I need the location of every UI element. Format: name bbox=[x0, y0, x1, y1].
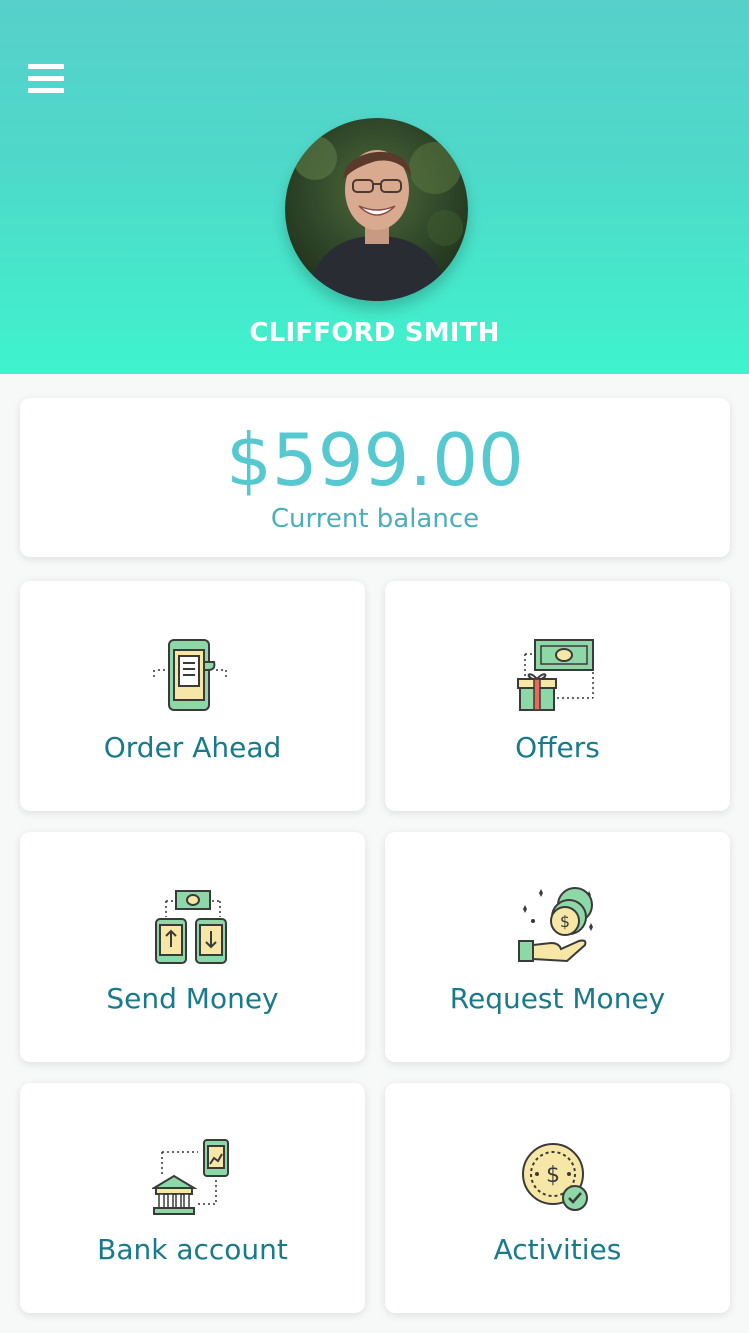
hand-coins-icon: $ bbox=[517, 887, 597, 967]
tile-label: Order Ahead bbox=[103, 731, 282, 764]
avatar bbox=[285, 118, 468, 301]
cash-gift-icon bbox=[517, 636, 597, 716]
svg-text:$: $ bbox=[560, 912, 570, 931]
tile-label: Bank account bbox=[97, 1233, 288, 1266]
svg-text:$: $ bbox=[546, 1163, 560, 1188]
bank-phone-icon bbox=[150, 1138, 232, 1218]
tile-label: Offers bbox=[515, 731, 600, 764]
send-money-tile[interactable]: Send Money bbox=[20, 832, 365, 1062]
phone-receipt-icon bbox=[152, 636, 232, 716]
order-ahead-tile[interactable]: Order Ahead bbox=[20, 581, 365, 811]
coin-check-icon: $ bbox=[517, 1138, 597, 1218]
user-name: CLIFFORD SMITH bbox=[249, 318, 500, 348]
tile-label: Request Money bbox=[449, 982, 666, 1015]
balance-amount: $599.00 bbox=[226, 418, 524, 502]
offers-tile[interactable]: Offers bbox=[385, 581, 730, 811]
profile-header: CLIFFORD SMITH bbox=[0, 0, 749, 374]
balance-label: Current balance bbox=[270, 504, 480, 534]
bank-account-tile[interactable]: Bank account bbox=[20, 1083, 365, 1313]
balance-card: $599.00 Current balance bbox=[20, 398, 730, 557]
hamburger-menu-icon[interactable] bbox=[28, 64, 66, 96]
tile-label: Send Money bbox=[106, 982, 279, 1015]
tile-label: Activities bbox=[493, 1233, 622, 1266]
request-money-tile[interactable]: $ Request Money bbox=[385, 832, 730, 1062]
phones-transfer-icon bbox=[152, 887, 232, 967]
activities-tile[interactable]: $ Activities bbox=[385, 1083, 730, 1313]
